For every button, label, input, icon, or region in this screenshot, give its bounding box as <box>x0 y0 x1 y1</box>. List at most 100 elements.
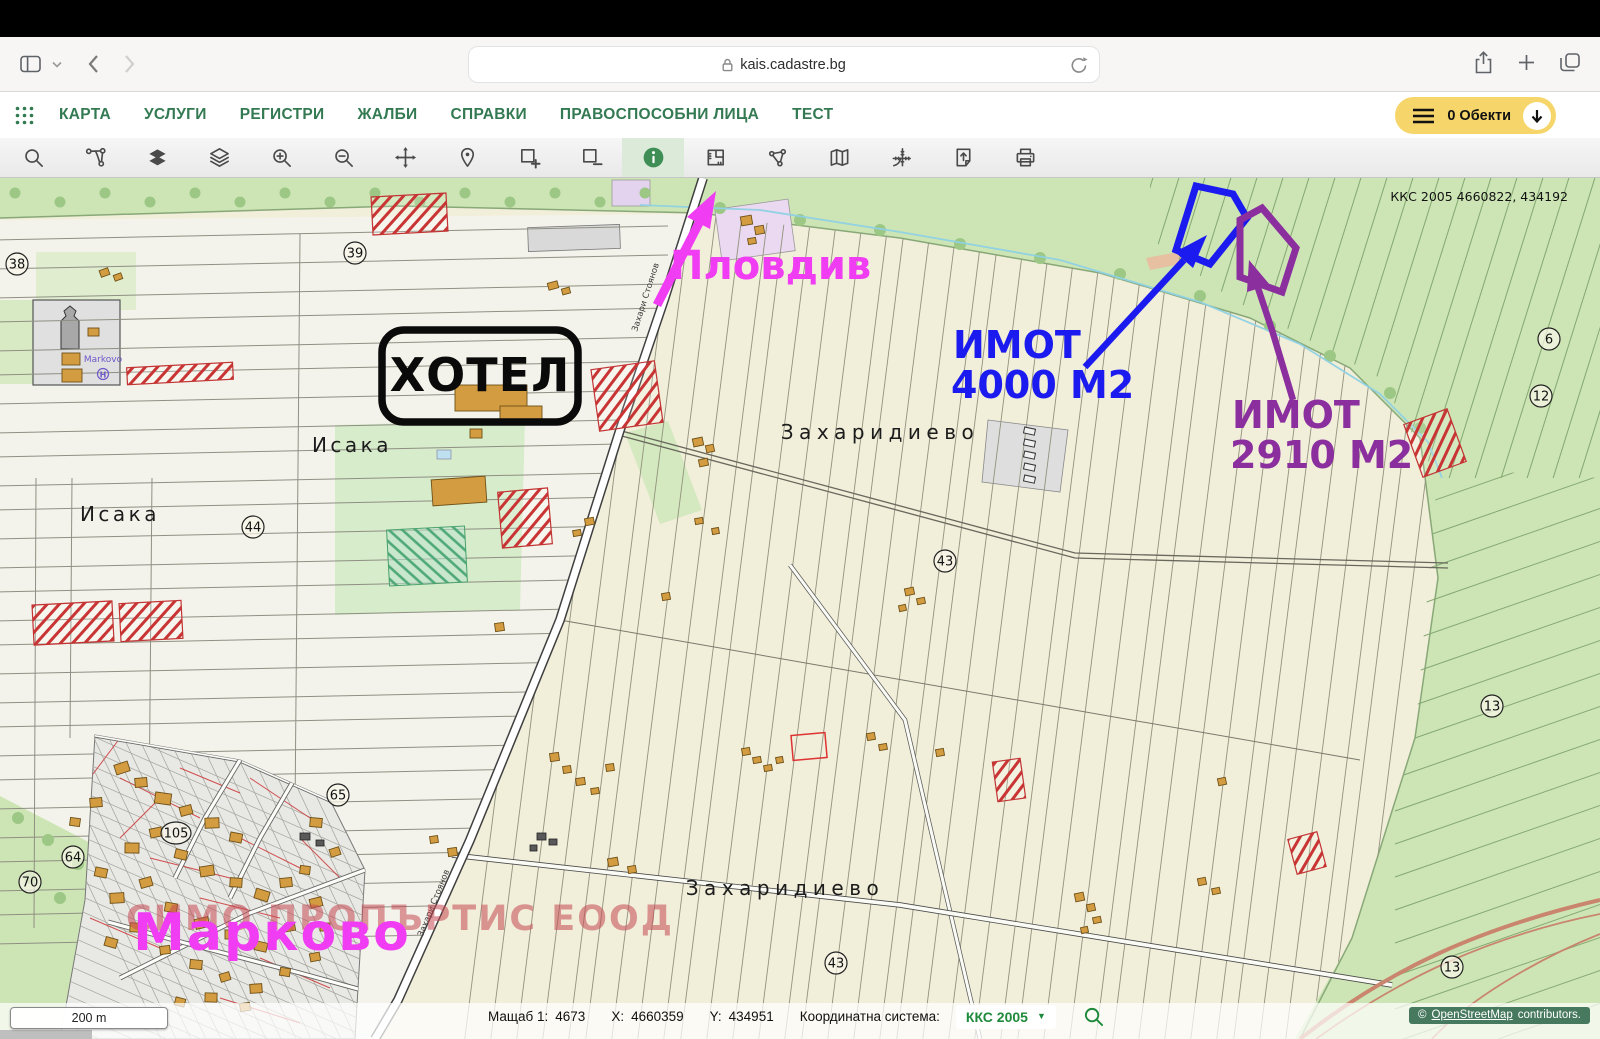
url-text: kais.cadastre.bg <box>740 56 846 73</box>
measure-length-tool-button[interactable] <box>684 138 746 177</box>
status-bar: Мащаб 1: 4673 X: 4660359 Y: 434951 Коорд… <box>0 1003 1600 1039</box>
new-tab-button[interactable] <box>1518 54 1535 71</box>
objects-expand-button[interactable] <box>1523 101 1551 130</box>
arrow-down-icon <box>1531 109 1543 123</box>
status-search-icon <box>1084 1007 1103 1027</box>
export-icon <box>955 148 971 167</box>
zoom-in-tool-button[interactable] <box>250 138 312 177</box>
coordinates-icon <box>892 148 911 167</box>
hamburger-icon <box>1413 108 1435 123</box>
nav-item-test[interactable]: ТЕСТ <box>792 106 833 124</box>
print-icon <box>1016 148 1034 167</box>
tabs-overview-button[interactable] <box>1560 53 1580 72</box>
selection-remove-tool-button[interactable] <box>560 138 622 177</box>
svg-text:105: 105 <box>164 827 189 842</box>
lock-icon <box>722 58 733 71</box>
export-tool-button[interactable] <box>932 138 994 177</box>
imot-purple-line1: ИМОТ <box>1232 393 1360 437</box>
reload-button[interactable] <box>1070 55 1088 75</box>
info-icon <box>643 147 663 168</box>
nav-item-karta[interactable]: КАРТА <box>59 106 111 124</box>
y-label: Y: <box>709 1009 722 1024</box>
map-icon <box>830 149 848 166</box>
back-button[interactable] <box>87 54 99 74</box>
map-canvas[interactable]: 38 39 44 43 65 105 64 70 43 13 12 6 13 Исака Исака З… <box>0 178 1600 1039</box>
nav-item-zhalbi[interactable]: ЖАЛБИ <box>357 106 417 124</box>
layers-icon <box>209 148 229 167</box>
imot-blue-line1: ИМОТ <box>953 323 1081 367</box>
search-tool-button[interactable] <box>2 138 64 177</box>
coordinates-tool-button[interactable] <box>870 138 932 177</box>
layers-filled-tool-button[interactable] <box>126 138 188 177</box>
layers-tool-button[interactable] <box>188 138 250 177</box>
tabs-icon <box>1560 53 1580 72</box>
location-pin-icon <box>460 147 474 167</box>
route-icon <box>85 147 106 167</box>
pan-tool-button[interactable] <box>374 138 436 177</box>
plus-icon <box>1519 55 1534 70</box>
measure-length-icon <box>706 149 724 166</box>
share-button[interactable] <box>1474 51 1493 74</box>
scale-label: Мащаб 1: <box>488 1009 549 1024</box>
back-icon <box>88 55 98 73</box>
crs-select[interactable]: ККС 2005 ▼ <box>955 1004 1056 1029</box>
map-corner-coordinates: ККС 2005 4660822, 434192 <box>1390 189 1568 204</box>
svg-text:64: 64 <box>65 851 82 866</box>
apps-grid-icon <box>15 106 34 124</box>
scale-value: 4673 <box>555 1009 586 1024</box>
scale-bar-label: 200 m <box>71 1011 107 1025</box>
forward-icon <box>125 55 135 73</box>
address-bar[interactable]: kais.cadastre.bg <box>468 46 1100 83</box>
svg-text:65: 65 <box>330 789 347 804</box>
map-tool-button[interactable] <box>808 138 870 177</box>
svg-text:6: 6 <box>1545 333 1553 348</box>
dropdown-caret-icon: ▼ <box>1036 1011 1046 1021</box>
selection-add-tool-button[interactable] <box>498 138 560 177</box>
imot-blue-line2: 4000 М2 <box>951 363 1134 407</box>
sidebar-menu-button[interactable] <box>52 61 62 68</box>
apps-menu-button[interactable] <box>14 105 35 126</box>
nav-item-registri[interactable]: РЕГИСТРИ <box>240 106 325 124</box>
selection-remove-icon <box>582 149 603 166</box>
svg-text:39: 39 <box>347 247 364 262</box>
label-isaka-mid: Исака <box>312 433 392 457</box>
nav-item-pravosposobni-litsa[interactable]: ПРАВОСПОСОБНИ ЛИЦА <box>560 106 759 124</box>
objects-button[interactable]: 0 Обекти <box>1395 97 1556 134</box>
chevron-down-icon <box>52 61 62 68</box>
label-isaka-left: Исака <box>80 502 160 526</box>
sidebar-toggle-button[interactable] <box>20 55 41 73</box>
route-tool-button[interactable] <box>64 138 126 177</box>
nav-item-spravki[interactable]: СПРАВКИ <box>451 106 527 124</box>
svg-text:13: 13 <box>1484 700 1501 715</box>
y-value: 434951 <box>728 1009 774 1024</box>
svg-text:13: 13 <box>1444 961 1461 976</box>
nav-item-uslugi[interactable]: УСЛУГИ <box>144 106 207 124</box>
osm-suffix: contributors. <box>1517 1009 1581 1021</box>
osm-copyright: © <box>1418 1009 1427 1021</box>
plovdiv-annotation: Пловдив <box>670 243 871 289</box>
markovo-annotation: Марково <box>133 903 411 963</box>
scale-bar: 200 m <box>10 1007 168 1029</box>
osm-link[interactable]: OpenStreetMap <box>1432 1009 1513 1021</box>
label-zaharidievo-top: Захаридиево <box>781 420 980 444</box>
zoom-out-tool-button[interactable] <box>312 138 374 177</box>
svg-text:44: 44 <box>245 521 262 536</box>
print-tool-button[interactable] <box>994 138 1056 177</box>
status-search-button[interactable] <box>1083 1006 1104 1027</box>
map-toolbar <box>0 138 1600 178</box>
crs-label: Координатна система: <box>799 1009 940 1024</box>
zoom-out-icon <box>334 149 353 167</box>
osm-attribution: © OpenStreetMap contributors. <box>1409 1007 1590 1024</box>
svg-text:70: 70 <box>22 876 39 891</box>
svg-text:43: 43 <box>937 555 954 570</box>
info-tool-button[interactable] <box>622 138 684 177</box>
search-icon <box>24 149 43 167</box>
forward-button[interactable] <box>124 54 136 74</box>
measure-area-icon <box>768 148 786 167</box>
measure-area-tool-button[interactable] <box>746 138 808 177</box>
sidebar-icon <box>20 55 41 73</box>
hotel-annotation-text: ХОТЕЛ <box>390 348 571 402</box>
location-tool-button[interactable] <box>436 138 498 177</box>
hotel-symbol-letter: H <box>100 371 107 380</box>
zoom-in-icon <box>272 149 291 167</box>
